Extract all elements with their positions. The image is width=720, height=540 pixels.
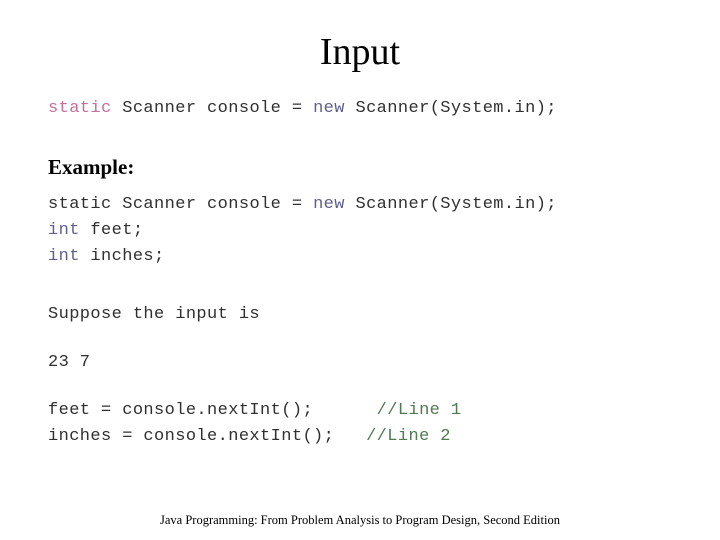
read-comment-1: //Line 1 [376, 401, 462, 420]
keyword-int-feet: int [48, 221, 80, 240]
example-code-block: static Scanner console = new Scanner(Sys… [48, 192, 688, 270]
slide-body: static Scanner console = new Scanner(Sys… [48, 96, 688, 450]
intro-code-segment-2: Scanner(System.in); [344, 99, 557, 118]
declaration-inches: inches; [79, 247, 165, 266]
intro-code-line: static Scanner console = new Scanner(Sys… [48, 96, 688, 122]
read-code-block: feet = console.nextInt(); //Line 1 inche… [48, 398, 688, 450]
read-gap-2 [334, 427, 366, 446]
keyword-new: new [313, 99, 345, 118]
example-code-segment-1: Scanner console = [111, 195, 314, 214]
read-statement-1: feet = console.nextInt(); [48, 401, 314, 420]
page-title: Input [319, 31, 401, 73]
read-comment-2: //Line 2 [366, 427, 451, 446]
input-values: 23 7 [48, 353, 91, 372]
spacer-before-suppose [48, 270, 688, 302]
read-code-line-1: feet = console.nextInt(); //Line 1 [48, 398, 688, 424]
spacer-after-intro [48, 122, 688, 154]
example-code-segment-2: Scanner(System.in); [344, 195, 557, 214]
intro-code-segment-1: Scanner console = [111, 99, 314, 118]
keyword-static: static [48, 99, 112, 118]
example-heading: Example: [48, 155, 135, 179]
example-code-line-1: static Scanner console = new Scanner(Sys… [48, 192, 688, 218]
suppose-text: Suppose the input is [48, 305, 261, 324]
read-gap-1 [313, 401, 377, 420]
footer-citation: Java Programming: From Problem Analysis … [160, 513, 560, 527]
example-code-line-3: int inches; [48, 244, 688, 270]
example-code-line-2: int feet; [48, 218, 688, 244]
spacer-before-read-code [48, 376, 688, 398]
spacer-after-heading [48, 180, 688, 192]
slide: Input static Scanner console = new Scann… [0, 0, 720, 540]
example-keyword-static: static [48, 195, 112, 214]
declaration-feet: feet; [79, 221, 144, 240]
read-code-line-2: inches = console.nextInt(); //Line 2 [48, 424, 688, 450]
read-statement-2: inches = console.nextInt(); [48, 427, 335, 446]
spacer-before-values [48, 328, 688, 350]
keyword-int-inches: int [48, 247, 80, 266]
example-keyword-new: new [313, 195, 345, 214]
